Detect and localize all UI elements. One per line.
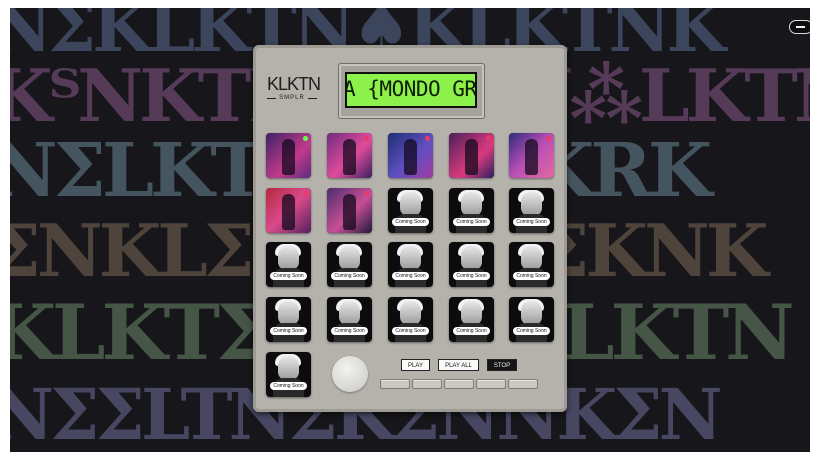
coming-soon-pad[interactable]: Coming Soon	[449, 297, 494, 342]
pad-indicator	[546, 136, 551, 141]
coming-soon-pad[interactable]: Coming Soon	[266, 352, 311, 397]
pad-portrait-face	[400, 301, 421, 325]
stop-button[interactable]: STOP	[487, 359, 517, 371]
sample-pad[interactable]	[266, 133, 311, 178]
pad-figure	[465, 139, 478, 175]
logo: KLKTN SMPLR	[267, 74, 321, 101]
pad-figure	[404, 139, 417, 175]
coming-soon-badge: Coming Soon	[392, 327, 429, 335]
coming-soon-pad[interactable]: Coming Soon	[266, 297, 311, 342]
pad-indicator	[303, 136, 308, 141]
pad-figure	[282, 139, 295, 175]
display-text: A {MONDO GRO	[345, 77, 477, 101]
sequence-slot[interactable]	[444, 379, 474, 389]
coming-soon-badge: Coming Soon	[392, 218, 429, 226]
pad-indicator	[364, 136, 369, 141]
sample-pad[interactable]	[266, 188, 311, 233]
pad-portrait-face	[278, 356, 299, 380]
pad-portrait-face	[521, 301, 542, 325]
pad-portrait-face	[339, 246, 360, 270]
sample-pad[interactable]	[327, 188, 372, 233]
coming-soon-badge: Coming Soon	[392, 272, 429, 280]
coming-soon-pad[interactable]: Coming Soon	[388, 188, 433, 233]
pad-indicator	[303, 191, 308, 196]
pad-figure	[282, 194, 295, 230]
sequence-slot[interactable]	[380, 379, 410, 389]
coming-soon-pad[interactable]: Coming Soon	[509, 242, 554, 287]
pad-portrait-face	[461, 246, 482, 270]
coming-soon-badge: Coming Soon	[453, 327, 490, 335]
coming-soon-badge: Coming Soon	[513, 327, 550, 335]
coming-soon-pad[interactable]: Coming Soon	[327, 242, 372, 287]
coming-soon-badge: Coming Soon	[270, 327, 307, 335]
coming-soon-badge: Coming Soon	[513, 272, 550, 280]
pad-portrait-face	[521, 192, 542, 216]
play-all-button[interactable]: PLAY ALL	[438, 359, 479, 371]
pad-portrait-face	[400, 192, 421, 216]
coming-soon-badge: Coming Soon	[453, 272, 490, 280]
sequence-slot[interactable]	[412, 379, 442, 389]
coming-soon-badge: Coming Soon	[270, 382, 307, 390]
pad-figure	[343, 194, 356, 230]
pad-portrait-face	[461, 301, 482, 325]
sequence-slot[interactable]	[508, 379, 538, 389]
display-screen: A {MONDO GRO	[345, 72, 477, 108]
coming-soon-badge: Coming Soon	[513, 218, 550, 226]
coming-soon-badge: Coming Soon	[453, 218, 490, 226]
pad-portrait-face	[400, 246, 421, 270]
coming-soon-pad[interactable]: Coming Soon	[509, 297, 554, 342]
coming-soon-pad[interactable]: Coming Soon	[388, 297, 433, 342]
pad-figure	[525, 139, 538, 175]
sample-pad[interactable]	[509, 133, 554, 178]
pad-indicator	[425, 136, 430, 141]
knob-icon[interactable]	[332, 356, 368, 392]
coming-soon-pad[interactable]: Coming Soon	[449, 242, 494, 287]
display-frame: A {MONDO GRO	[338, 63, 485, 119]
pad-portrait-face	[521, 246, 542, 270]
sample-pad[interactable]	[388, 133, 433, 178]
pad-portrait-face	[461, 192, 482, 216]
menu-icon	[796, 26, 805, 28]
logo-subtext: SMPLR	[279, 95, 305, 101]
pad-indicator	[364, 191, 369, 196]
pad-figure	[343, 139, 356, 175]
play-button[interactable]: PLAY	[401, 359, 430, 371]
sequence-slot[interactable]	[476, 379, 506, 389]
coming-soon-badge: Coming Soon	[331, 327, 368, 335]
sample-pad[interactable]	[449, 133, 494, 178]
coming-soon-badge: Coming Soon	[331, 272, 368, 280]
coming-soon-badge: Coming Soon	[270, 272, 307, 280]
pad-indicator	[486, 136, 491, 141]
menu-button[interactable]	[789, 20, 810, 34]
pad-portrait-face	[278, 301, 299, 325]
coming-soon-pad[interactable]: Coming Soon	[449, 188, 494, 233]
coming-soon-pad[interactable]: Coming Soon	[388, 242, 433, 287]
pad-portrait-face	[339, 301, 360, 325]
pad-portrait-face	[278, 246, 299, 270]
sampler-device: KLKTN SMPLR A {MONDO GRO Coming Soon Comi…	[253, 45, 567, 412]
coming-soon-pad[interactable]: Coming Soon	[327, 297, 372, 342]
logo-text: KLKTN	[267, 74, 321, 94]
coming-soon-pad[interactable]: Coming Soon	[266, 242, 311, 287]
sample-pad[interactable]	[327, 133, 372, 178]
coming-soon-pad[interactable]: Coming Soon	[509, 188, 554, 233]
